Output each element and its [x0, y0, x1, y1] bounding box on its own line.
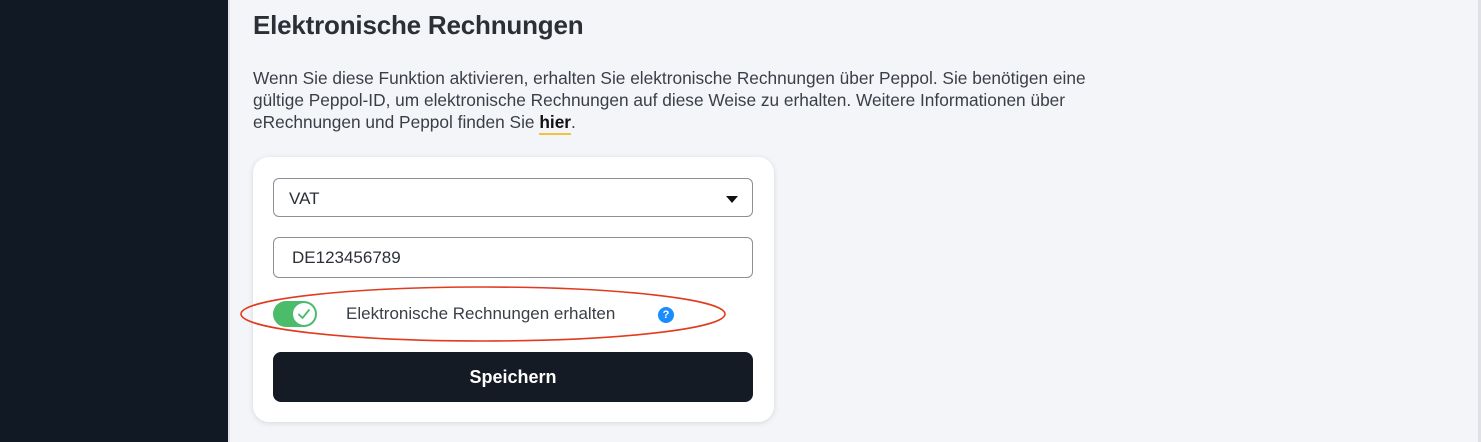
sidebar: [0, 0, 228, 442]
einvoice-toggle[interactable]: [273, 301, 317, 327]
save-button[interactable]: Speichern: [273, 352, 753, 402]
info-link[interactable]: hier: [539, 112, 572, 135]
question-icon[interactable]: ?: [658, 307, 674, 323]
peppol-id-input[interactable]: [273, 237, 753, 278]
einvoice-card: VAT Elektronische Rechnungen erhalten ? …: [253, 157, 774, 422]
toggle-knob: [293, 303, 315, 325]
caret-down-icon: [726, 196, 738, 203]
sidebar-divider: [228, 0, 230, 442]
page-title: Elektronische Rechnungen: [253, 10, 584, 40]
page-description: Wenn Sie diese Funktion aktivieren, erha…: [253, 67, 1133, 135]
toggle-label: Elektronische Rechnungen erhalten: [346, 304, 616, 323]
id-type-select[interactable]: VAT: [273, 178, 753, 217]
description-text: Wenn Sie diese Funktion aktivieren, erha…: [253, 68, 1086, 132]
description-end: .: [571, 112, 576, 132]
id-type-value: VAT: [289, 189, 320, 208]
check-icon: [298, 309, 310, 319]
